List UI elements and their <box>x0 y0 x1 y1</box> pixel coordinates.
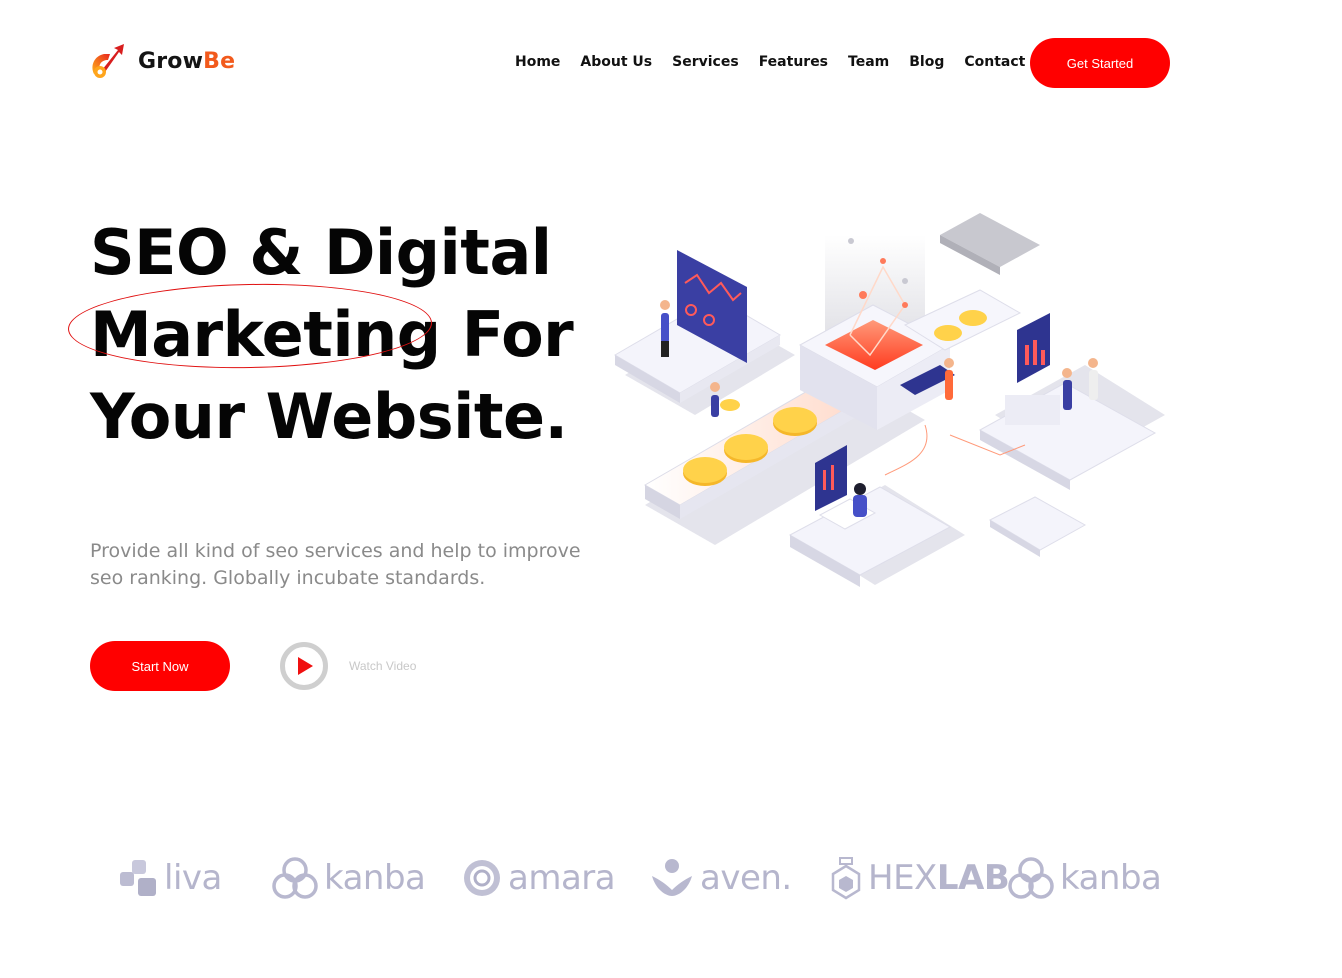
start-now-button[interactable]: Start Now <box>90 641 230 691</box>
hero-title: SEO & Digital Marketing For Your Website… <box>67 212 610 458</box>
play-video-button[interactable] <box>280 642 328 690</box>
kanba-logo-icon <box>1008 857 1054 899</box>
hero-title-line1: SEO & Digital <box>90 216 552 289</box>
isometric-seo-illustration <box>614 213 1165 587</box>
play-icon <box>298 657 313 675</box>
brand-liva: liva <box>118 848 222 908</box>
logo-wordmark: GrowBe <box>138 48 236 74</box>
brand-logo[interactable]: GrowBe <box>88 40 235 82</box>
liva-logo-icon <box>120 860 156 896</box>
hero-title-line3: Your Website. <box>90 380 568 453</box>
watch-video-link[interactable]: Watch Video <box>349 659 416 673</box>
hexlab-logo-icon <box>831 857 861 900</box>
brand-amara: amara <box>462 848 616 908</box>
nav-home[interactable]: Home <box>515 54 560 70</box>
brand-hexlab: HEXLAB <box>830 848 1010 908</box>
amara-logo-icon <box>464 860 500 896</box>
highlighted-word: Marketing <box>67 280 441 376</box>
nav-services[interactable]: Services <box>672 54 739 70</box>
brand-logos-strip: liva kanba amara aven. HEXLAB kanba <box>118 848 1178 908</box>
brand-aven: aven. <box>650 848 792 908</box>
nav-team[interactable]: Team <box>848 54 889 70</box>
hero-title-line2: Marketing For <box>67 280 610 376</box>
nav-features[interactable]: Features <box>759 54 828 70</box>
main-navigation: Home About Us Services Features Team Blo… <box>515 54 1025 70</box>
nav-about-us[interactable]: About Us <box>580 54 652 70</box>
nav-blog[interactable]: Blog <box>909 54 944 70</box>
brand-kanba: kanba <box>272 848 426 908</box>
aven-logo-icon <box>652 859 692 896</box>
hero-description: Provide all kind of seo services and hel… <box>90 540 581 589</box>
get-started-button[interactable]: Get Started <box>1030 38 1170 88</box>
brand-kanba-2: kanba <box>1008 848 1162 908</box>
kanba-logo-icon <box>272 857 318 899</box>
nav-contact[interactable]: Contact <box>964 54 1025 70</box>
rocket-arrow-icon <box>92 44 124 78</box>
